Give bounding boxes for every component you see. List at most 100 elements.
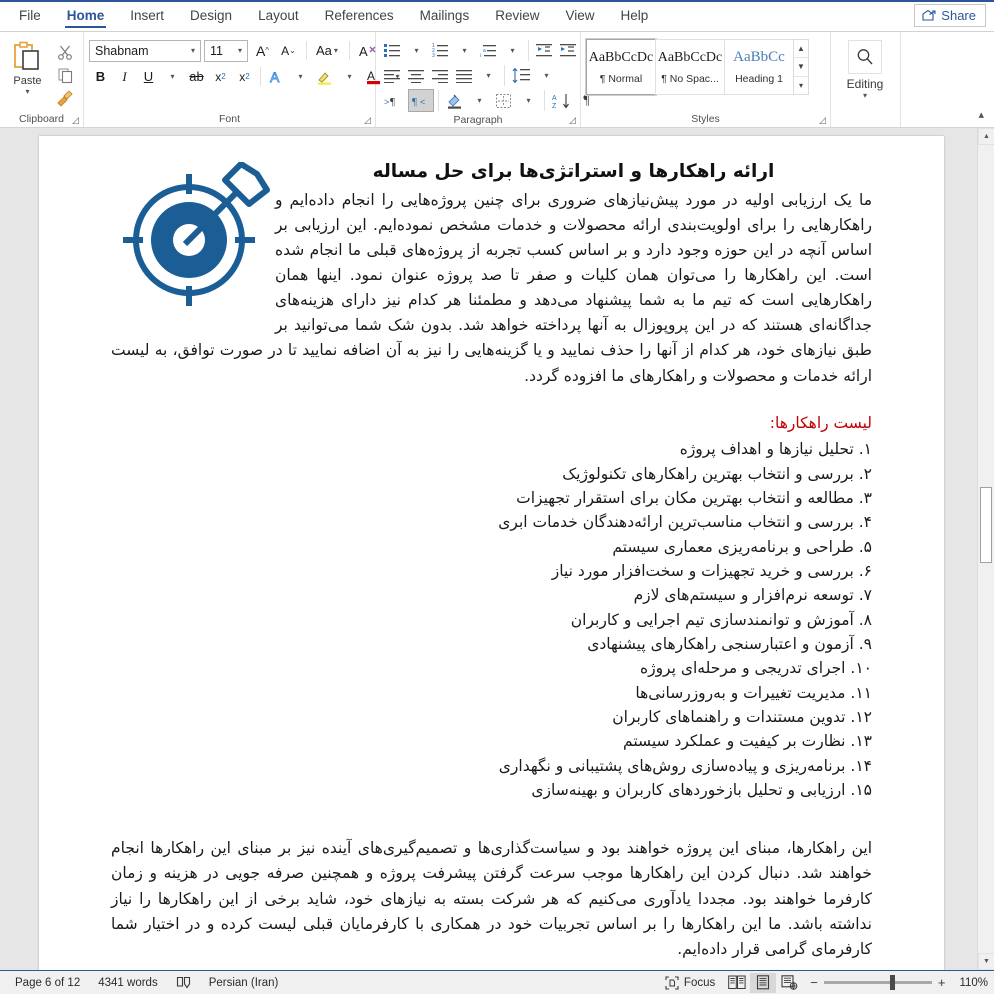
decrease-indent-button[interactable]	[533, 39, 556, 62]
chevron-down-icon[interactable]: ▾	[189, 46, 197, 55]
sort-button[interactable]: A Z	[549, 89, 574, 112]
scroll-up-button[interactable]: ▲	[978, 128, 994, 145]
increase-indent-button[interactable]	[557, 39, 580, 62]
borders-dropdown[interactable]: ▾	[517, 89, 540, 112]
bullets-button[interactable]	[381, 39, 404, 62]
change-case-button[interactable]: Aa ▾	[313, 39, 343, 62]
tab-view-label: View	[565, 8, 595, 23]
proofing-status[interactable]	[167, 976, 200, 990]
page-indicator[interactable]: Page 6 of 12	[6, 977, 89, 989]
svg-text:A: A	[359, 44, 368, 59]
web-layout-button[interactable]	[776, 973, 802, 993]
italic-button[interactable]: I	[113, 65, 136, 88]
style-item-heading-1[interactable]: AaBbCс Heading 1	[724, 39, 794, 95]
styles-more-button[interactable]: ▾	[794, 77, 808, 94]
highlighter-icon	[318, 71, 331, 85]
align-center-button[interactable]	[405, 64, 428, 87]
style-preview: AaBbCс	[733, 49, 785, 65]
shading-button[interactable]	[443, 89, 467, 112]
text-effects-button[interactable]: A	[265, 65, 288, 88]
styles-gallery-scrollbar[interactable]: ▲ ▼ ▾	[793, 39, 809, 95]
shading-dropdown[interactable]: ▾	[468, 89, 491, 112]
format-painter-button[interactable]	[52, 87, 78, 109]
justify-button[interactable]	[453, 64, 476, 87]
line-spacing-button[interactable]	[509, 64, 534, 87]
scroll-down-button[interactable]: ▼	[978, 953, 994, 970]
vertical-scrollbar[interactable]: ▲ ▼	[977, 128, 994, 970]
numbering-button[interactable]: 1 2 3	[429, 39, 452, 62]
align-left-button[interactable]	[381, 64, 404, 87]
style-item-no-spacing[interactable]: AaBbCcDc ¶ No Spac...	[655, 39, 725, 95]
highlight-button[interactable]	[313, 65, 337, 88]
shrink-font-button[interactable]: A ⌄	[277, 39, 300, 62]
tab-layout-label: Layout	[258, 8, 299, 23]
cut-button[interactable]	[52, 41, 78, 63]
rtl-text-direction-button[interactable]: ¶ <	[408, 89, 434, 112]
print-layout-button[interactable]	[750, 972, 777, 993]
language-indicator[interactable]: Persian (Iran)	[200, 977, 288, 989]
share-button[interactable]: Share	[914, 4, 986, 27]
multilevel-list-button[interactable]: a i	[477, 39, 500, 62]
grow-font-button[interactable]: A ^	[251, 39, 274, 62]
styles-scroll-down-button[interactable]: ▼	[794, 58, 808, 77]
tab-insert[interactable]: Insert	[117, 0, 177, 31]
tab-mailings[interactable]: Mailings	[407, 0, 483, 31]
tab-help-label: Help	[620, 8, 649, 23]
tab-file[interactable]: File	[6, 0, 54, 31]
tab-references[interactable]: References	[312, 0, 407, 31]
paragraph-dialog-launcher[interactable]: ◿	[567, 115, 578, 126]
zoom-out-button[interactable]: −	[810, 975, 818, 990]
tab-home[interactable]: Home	[54, 0, 118, 31]
style-item-normal[interactable]: AaBbCcDc ¶ Normal	[585, 38, 657, 96]
styles-scroll-up-button[interactable]: ▲	[794, 40, 808, 59]
focus-icon	[665, 975, 679, 990]
read-mode-button[interactable]	[724, 973, 750, 993]
tab-help[interactable]: Help	[608, 0, 662, 31]
zoom-track[interactable]	[823, 975, 932, 990]
word-count[interactable]: 4341 words	[89, 977, 166, 989]
underline-options-dropdown[interactable]: ▾	[161, 65, 184, 88]
highlight-dropdown[interactable]: ▾	[338, 65, 361, 88]
borders-button[interactable]	[492, 89, 516, 112]
focus-button[interactable]: Focus	[656, 975, 724, 990]
chevron-down-icon[interactable]: ▾	[236, 46, 244, 55]
clipboard-dialog-launcher[interactable]: ◿	[70, 115, 81, 126]
scrollbar-thumb[interactable]	[980, 487, 992, 563]
numbering-dropdown[interactable]: ▾	[453, 39, 476, 62]
target-with-arrow-image[interactable]	[121, 162, 271, 312]
font-dialog-launcher[interactable]: ◿	[362, 115, 373, 126]
zoom-slider[interactable]: − +	[802, 975, 953, 990]
chevron-down-icon[interactable]: ▾	[23, 87, 31, 96]
zoom-thumb[interactable]	[889, 975, 895, 990]
justify-dropdown[interactable]: ▾	[477, 64, 500, 87]
strikethrough-button[interactable]: ab	[185, 65, 208, 88]
collapse-ribbon-button[interactable]: ▴	[978, 108, 984, 121]
subscript-button[interactable]: x2	[209, 65, 232, 88]
font-size-input[interactable]: 11 ▾	[204, 39, 248, 62]
line-spacing-dropdown[interactable]: ▾	[535, 64, 558, 87]
superscript-button[interactable]: x2	[233, 65, 256, 88]
text-effects-dropdown[interactable]: ▾	[289, 65, 312, 88]
ltr-text-direction-button[interactable]: > ¶	[381, 89, 407, 112]
font-name-input[interactable]: Shabnam ▾	[89, 39, 201, 62]
list-item: ۱. تحلیل نیازها و اهداف پروژه	[679, 440, 872, 459]
chevron-down-icon[interactable]: ▾	[861, 91, 869, 100]
tab-review[interactable]: Review	[482, 0, 552, 31]
bullets-icon	[384, 44, 400, 57]
zoom-in-button[interactable]: +	[938, 975, 946, 990]
tab-layout[interactable]: Layout	[245, 0, 312, 31]
ribbon-group-editing: Editing ▾	[831, 32, 901, 127]
bullets-dropdown[interactable]: ▾	[405, 39, 428, 62]
bold-button[interactable]: B	[89, 65, 112, 88]
styles-dialog-launcher[interactable]: ◿	[817, 115, 828, 126]
copy-button[interactable]	[52, 64, 78, 86]
tab-design[interactable]: Design	[177, 0, 245, 31]
editing-button[interactable]: Editing ▾	[836, 35, 894, 100]
paste-button[interactable]: Paste ▾	[5, 37, 50, 96]
zoom-level[interactable]: 110%	[953, 977, 988, 989]
multilevel-list-dropdown[interactable]: ▾	[501, 39, 524, 62]
underline-button[interactable]: U	[137, 65, 160, 88]
align-right-button[interactable]	[429, 64, 452, 87]
tab-view[interactable]: View	[552, 0, 607, 31]
document-page[interactable]: ارائه راهکارها و استراتژی‌ها برای حل مسا…	[39, 136, 944, 970]
